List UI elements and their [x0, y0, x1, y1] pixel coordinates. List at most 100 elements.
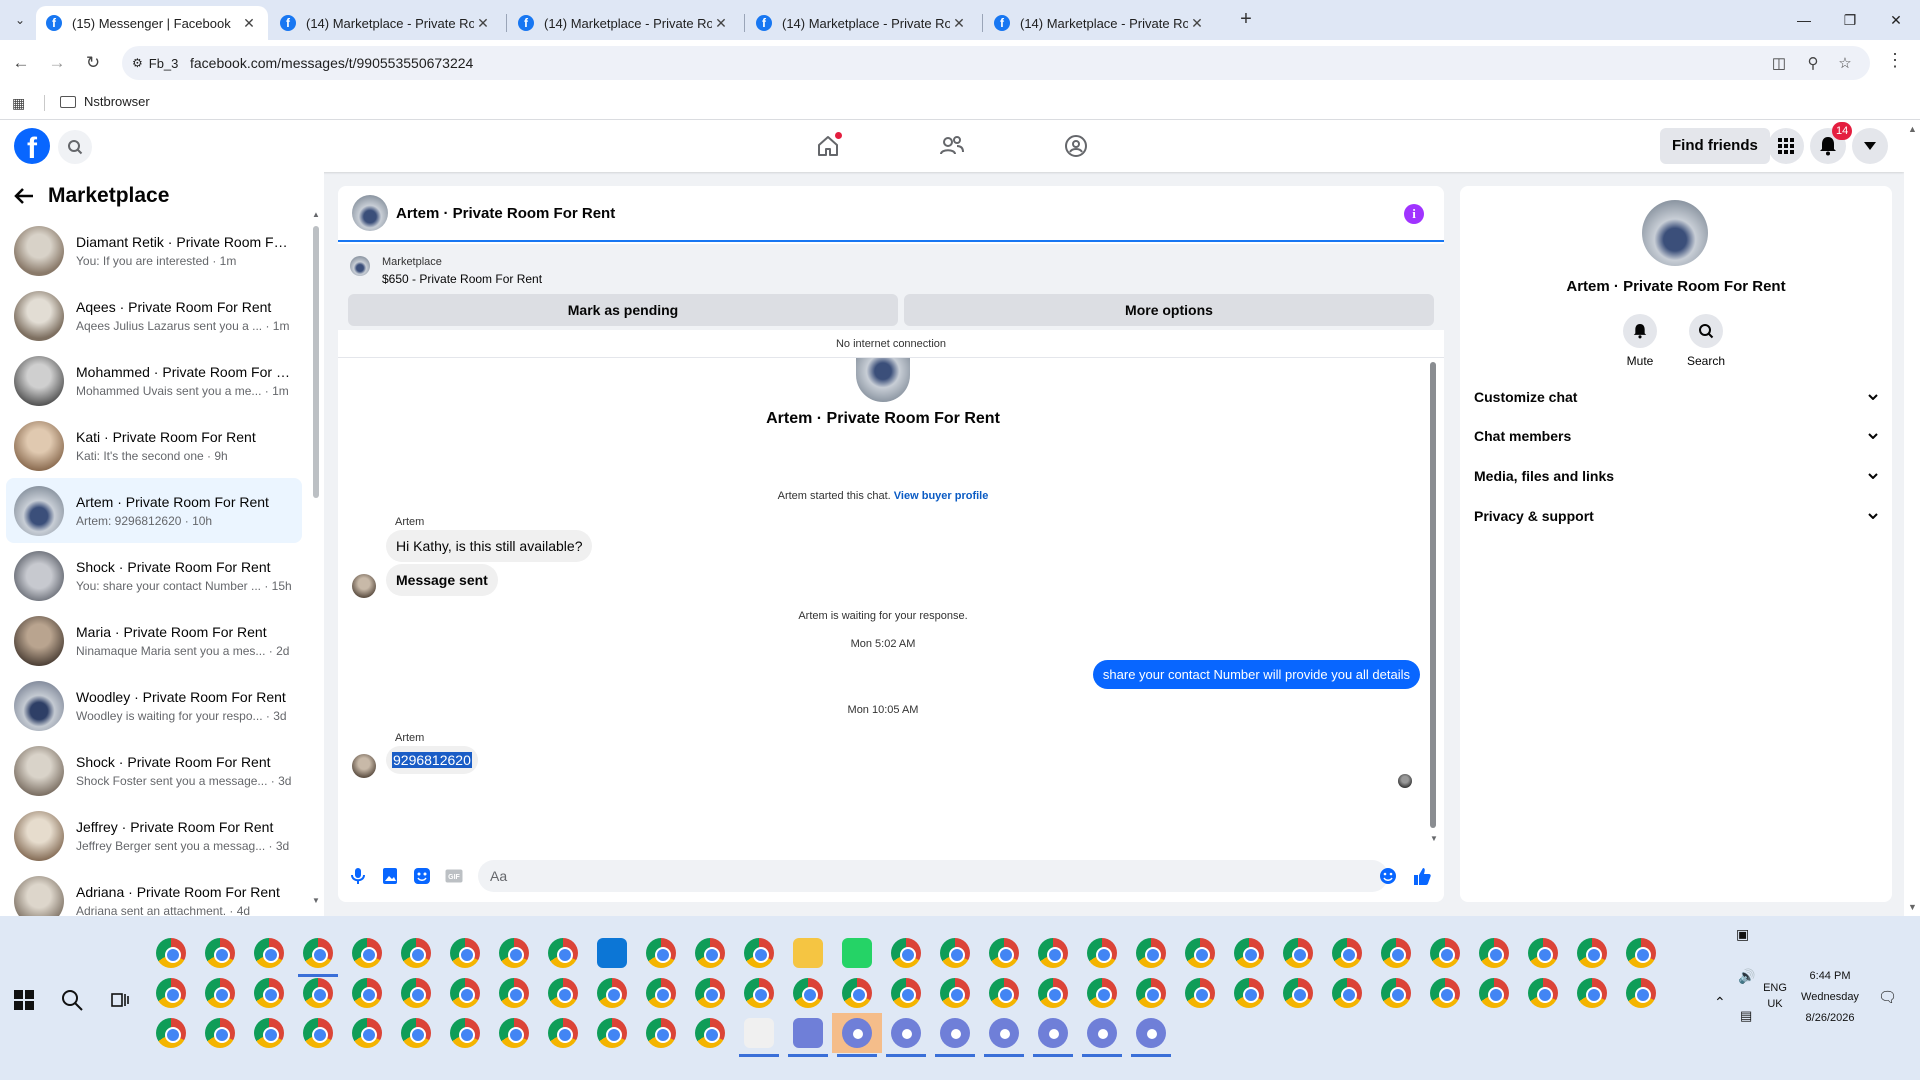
browser-profile-icon[interactable]	[891, 1018, 921, 1048]
microphone-icon[interactable]	[348, 866, 368, 886]
back-button[interactable]: ←	[8, 50, 34, 76]
privacy-support-section[interactable]: Privacy & support	[1474, 501, 1878, 531]
close-tab-icon[interactable]: ✕	[950, 15, 968, 32]
conversation-item[interactable]: Aqees · Private Room For Rent Aqees Juliu…	[6, 283, 302, 348]
chrome-profile-icon[interactable]	[1430, 938, 1460, 968]
incoming-message[interactable]: Hi Kathy, is this still available?	[386, 530, 593, 562]
chrome-profile-icon[interactable]	[1283, 978, 1313, 1008]
phone-number-selected[interactable]: 9296812620	[392, 752, 472, 768]
conversation-item[interactable]: Diamant Retik · Private Room For Rent You…	[6, 218, 302, 283]
chat-scroll-thumb[interactable]	[1430, 362, 1436, 828]
tab-messenger[interactable]: f (15) Messenger | Facebook ✕	[36, 6, 268, 40]
page-scrollbar[interactable]: ▲ ▼	[1904, 120, 1920, 916]
chrome-profile-icon[interactable]	[646, 978, 676, 1008]
browser-profile-icon[interactable]	[989, 1018, 1019, 1048]
scroll-up-arrow-icon[interactable]: ▲	[312, 210, 320, 219]
browser-profile-icon[interactable]	[1087, 1018, 1117, 1048]
zoom-icon[interactable]: ⚲	[1802, 53, 1824, 75]
chrome-profile-icon[interactable]	[401, 1018, 431, 1048]
chrome-profile-icon[interactable]	[1381, 978, 1411, 1008]
chrome-profile-icon[interactable]	[450, 938, 480, 968]
chrome-profile-icon[interactable]	[1087, 938, 1117, 968]
gif-icon[interactable]: GIF	[444, 866, 464, 886]
chrome-profile-icon[interactable]	[1038, 978, 1068, 1008]
chrome-profile-icon[interactable]	[1136, 978, 1166, 1008]
tab-marketplace-1[interactable]: f (14) Marketplace - Private Room ✕	[270, 6, 502, 40]
chrome-profile-icon[interactable]	[744, 978, 774, 1008]
chrome-profile-icon[interactable]	[1528, 978, 1558, 1008]
task-view-icon[interactable]	[110, 990, 130, 1015]
search-icon[interactable]	[60, 988, 84, 1017]
nav-friends[interactable]	[936, 132, 968, 160]
nav-home[interactable]	[812, 132, 844, 160]
conversation-item[interactable]: Maria · Private Room For Rent Ninamaque M…	[6, 608, 302, 673]
chrome-profile-icon[interactable]	[1283, 938, 1313, 968]
url-text[interactable]: facebook.com/messages/t/990553550673224	[190, 55, 473, 71]
scroll-down-arrow-icon[interactable]: ▼	[312, 896, 320, 905]
tab-marketplace-4[interactable]: f (14) Marketplace - Private Room ✕	[984, 6, 1216, 40]
chrome-profile-icon[interactable]	[1479, 978, 1509, 1008]
chrome-profile-icon[interactable]	[205, 978, 235, 1008]
forward-button[interactable]: →	[44, 50, 70, 76]
back-arrow-icon[interactable]	[14, 187, 34, 205]
chrome-profile-icon[interactable]	[940, 978, 970, 1008]
conversation-item[interactable]: Mohammed · Private Room For Rent Mohammed…	[6, 348, 302, 413]
chrome-profile-icon[interactable]	[401, 978, 431, 1008]
start-windows-icon[interactable]	[14, 990, 34, 1010]
chrome-profile-icon[interactable]	[1185, 978, 1215, 1008]
notification-center-icon[interactable]: 🗨	[1878, 988, 1897, 1006]
chrome-profile-icon[interactable]	[205, 1018, 235, 1048]
browser-profile-icon[interactable]	[940, 1018, 970, 1048]
volume-icon[interactable]: 🔊	[1738, 968, 1755, 985]
conversation-item[interactable]: Woodley · Private Room For Rent Woodley i…	[6, 673, 302, 738]
profile-avatar[interactable]	[1642, 200, 1708, 266]
chrome-profile-icon[interactable]	[352, 1018, 382, 1048]
chrome-profile-icon[interactable]	[646, 938, 676, 968]
chrome-profile-icon[interactable]	[548, 978, 578, 1008]
chrome-profile-icon[interactable]	[695, 938, 725, 968]
chrome-profile-icon[interactable]	[1038, 938, 1068, 968]
chrome-profile-icon[interactable]	[1234, 978, 1264, 1008]
sender-avatar[interactable]	[352, 754, 376, 778]
chrome-profile-icon[interactable]	[548, 1018, 578, 1048]
chrome-profile-icon[interactable]	[891, 978, 921, 1008]
reload-button[interactable]: ↻	[80, 50, 106, 76]
mute-button[interactable]: Mute	[1610, 314, 1670, 368]
tab-marketplace-3[interactable]: f (14) Marketplace - Private Room ✕	[746, 6, 978, 40]
mark-as-pending-button[interactable]: Mark as pending	[348, 294, 898, 326]
close-tab-icon[interactable]: ✕	[474, 15, 492, 32]
sidebar-scrollbar[interactable]: ▲ ▼	[312, 208, 320, 908]
chrome-profile-icon[interactable]	[793, 978, 823, 1008]
outgoing-message[interactable]: share your contact Number will provide y…	[1092, 660, 1420, 689]
chrome-profile-icon[interactable]	[499, 978, 529, 1008]
chrome-profile-icon[interactable]	[352, 938, 382, 968]
conversation-item[interactable]: Kati · Private Room For Rent Kati: It's t…	[6, 413, 302, 478]
chrome-profile-icon[interactable]	[1577, 938, 1607, 968]
conversation-item[interactable]: Shock · Private Room For Rent You: share …	[6, 543, 302, 608]
conversation-item-selected[interactable]: Artem · Private Room For Rent Artem: 9296…	[6, 478, 302, 543]
chat-members-section[interactable]: Chat members	[1474, 421, 1878, 451]
chat-scrollbar[interactable]: ▼	[1428, 358, 1438, 850]
scroll-up-arrow-icon[interactable]: ▲	[1908, 124, 1917, 134]
new-tab-button[interactable]: +	[1234, 8, 1258, 32]
install-app-icon[interactable]: ◫	[1768, 53, 1790, 75]
chrome-profile-icon[interactable]	[254, 978, 284, 1008]
chrome-profile-icon[interactable]	[1430, 978, 1460, 1008]
thumbs-up-icon[interactable]	[1412, 866, 1432, 886]
sender-avatar[interactable]	[352, 574, 376, 598]
chat-avatar[interactable]	[352, 195, 388, 231]
chrome-profile-icon[interactable]	[548, 938, 578, 968]
settings-gear-icon[interactable]	[744, 1018, 774, 1048]
facebook-logo-icon[interactable]: f	[14, 128, 50, 164]
site-info-chip[interactable]: ⚙ Fb_3	[132, 53, 178, 73]
scroll-down-arrow-icon[interactable]: ▼	[1430, 834, 1438, 843]
restore-window-button[interactable]: ❐	[1830, 8, 1870, 32]
chrome-profile-icon[interactable]	[1381, 938, 1411, 968]
chrome-profile-icon[interactable]	[450, 1018, 480, 1048]
info-icon[interactable]: i	[1404, 204, 1424, 224]
chrome-profile-icon[interactable]	[891, 938, 921, 968]
tab-marketplace-2[interactable]: f (14) Marketplace - Private Room ✕	[508, 6, 740, 40]
message-input[interactable]	[478, 860, 1388, 892]
meet-now-icon[interactable]: ▣	[1736, 926, 1749, 943]
chrome-profile-icon[interactable]	[597, 978, 627, 1008]
